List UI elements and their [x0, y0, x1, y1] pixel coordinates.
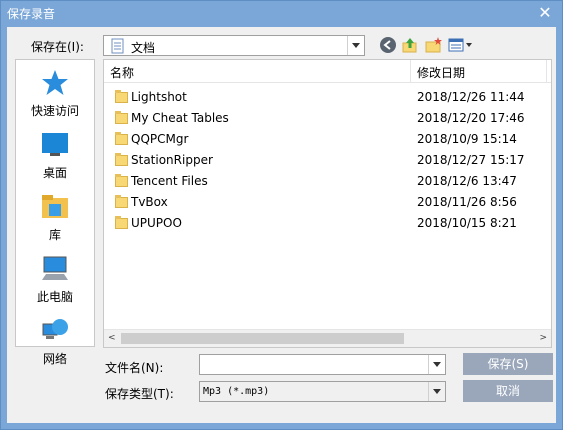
file-row[interactable]: Tencent Files 2018/12/6 13:47 文 — [104, 171, 551, 192]
folder-icon — [115, 111, 128, 124]
file-date: 2018/10/9 15:14 — [417, 132, 517, 146]
file-date: 2018/12/6 13:47 — [417, 174, 517, 188]
title-bar[interactable]: 保存录音 ✕ — [1, 1, 563, 27]
scrollbar-thumb[interactable] — [121, 333, 404, 344]
sidebar-item-quick-access[interactable]: 快速访问 — [16, 68, 94, 119]
file-date: 2018/12/27 15:17 — [417, 153, 525, 167]
folder-icon — [115, 132, 128, 145]
sidebar-item-library[interactable]: 库 — [16, 192, 94, 243]
file-row[interactable]: Lightshot 2018/12/26 11:44 文 — [104, 87, 551, 108]
file-date: 2018/11/26 8:56 — [417, 195, 517, 209]
folder-icon — [115, 195, 128, 208]
file-row[interactable]: My Cheat Tables 2018/12/20 17:46 文 — [104, 108, 551, 129]
sidebar-item-this-pc[interactable]: 此电脑 — [16, 254, 94, 305]
sidebar-item-label: 桌面 — [42, 166, 67, 180]
scroll-right-icon[interactable]: > — [539, 333, 547, 343]
column-header-date[interactable]: 修改日期 — [417, 60, 465, 82]
desktop-icon — [40, 130, 70, 160]
scroll-left-icon[interactable]: < — [108, 333, 116, 343]
filetype-value: Mp3 (*.mp3) — [203, 386, 270, 397]
file-name: Tencent Files — [131, 174, 208, 188]
file-name: UPUPOO — [131, 216, 182, 230]
view-menu-icon[interactable] — [447, 36, 473, 54]
close-icon[interactable]: ✕ — [536, 4, 554, 22]
file-date: 2018/12/20 17:46 — [417, 111, 525, 125]
file-name: QQPCMgr — [131, 132, 189, 146]
file-name: TvBox — [131, 195, 168, 209]
folder-icon — [115, 216, 128, 229]
folder-icon — [115, 174, 128, 187]
filetype-select[interactable]: Mp3 (*.mp3) — [199, 381, 446, 402]
file-row[interactable]: UPUPOO 2018/10/15 8:21 文 — [104, 213, 551, 234]
network-icon — [40, 316, 70, 346]
sidebar-item-label: 网络 — [42, 352, 67, 366]
sidebar-item-label: 库 — [48, 228, 61, 242]
folder-icon — [115, 90, 128, 103]
save-button[interactable]: 保存(S) — [463, 353, 553, 375]
file-date: 2018/12/26 11:44 — [417, 90, 525, 104]
computer-icon — [40, 254, 70, 284]
dialog-client-area: 保存在(I): 文档 快速访问 桌面 库 此电脑 网络 名称 修改日期 Ligh… — [7, 27, 556, 423]
library-icon — [40, 192, 70, 222]
back-icon[interactable] — [379, 36, 397, 54]
save-in-label: 保存在(I): — [31, 40, 84, 54]
cancel-button[interactable]: 取消 — [463, 380, 553, 402]
horizontal-scrollbar[interactable]: < > — [104, 329, 551, 347]
location-value: 文档 — [131, 41, 156, 55]
save-dialog-window: 保存录音 ✕ 保存在(I): 文档 快速访问 桌面 库 此电脑 网络 名称 修改… — [0, 0, 563, 430]
star-icon — [40, 68, 70, 98]
file-list: 名称 ^ 修改日期 类 Lightshot 2018/12/26 11:44 文… — [103, 59, 552, 348]
new-folder-icon[interactable] — [424, 36, 442, 54]
sort-ascending-icon: ^ — [254, 60, 262, 73]
places-sidebar: 快速访问 桌面 库 此电脑 网络 — [15, 59, 95, 366]
chevron-down-icon[interactable] — [428, 382, 445, 401]
file-name: My Cheat Tables — [131, 111, 229, 125]
column-divider[interactable] — [410, 60, 411, 82]
filetype-label: 保存类型(T): — [105, 387, 174, 401]
folder-icon — [115, 153, 128, 166]
file-row[interactable]: TvBox 2018/11/26 8:56 文 — [104, 192, 551, 213]
filename-label: 文件名(N): — [105, 361, 164, 375]
up-folder-icon[interactable] — [401, 36, 419, 54]
column-divider[interactable] — [546, 60, 547, 82]
file-date: 2018/10/15 8:21 — [417, 216, 517, 230]
chevron-down-icon[interactable] — [347, 36, 364, 55]
chevron-down-icon[interactable] — [428, 355, 445, 374]
file-name: Lightshot — [131, 90, 187, 104]
column-header-name[interactable]: 名称 — [110, 60, 134, 82]
location-combo[interactable]: 文档 — [103, 35, 365, 56]
column-header-row: 名称 ^ 修改日期 类 — [104, 60, 551, 83]
sidebar-item-desktop[interactable]: 桌面 — [16, 130, 94, 181]
document-icon — [111, 38, 124, 54]
sidebar-item-label: 快速访问 — [30, 104, 79, 118]
file-row[interactable]: QQPCMgr 2018/10/9 15:14 文 — [104, 129, 551, 150]
sidebar-item-network[interactable]: 网络 — [16, 316, 94, 367]
filename-input[interactable] — [199, 354, 446, 375]
file-name: StationRipper — [131, 153, 213, 167]
file-row[interactable]: StationRipper 2018/12/27 15:17 文 — [104, 150, 551, 171]
window-title: 保存录音 — [7, 7, 56, 21]
sidebar-item-label: 此电脑 — [36, 290, 73, 304]
